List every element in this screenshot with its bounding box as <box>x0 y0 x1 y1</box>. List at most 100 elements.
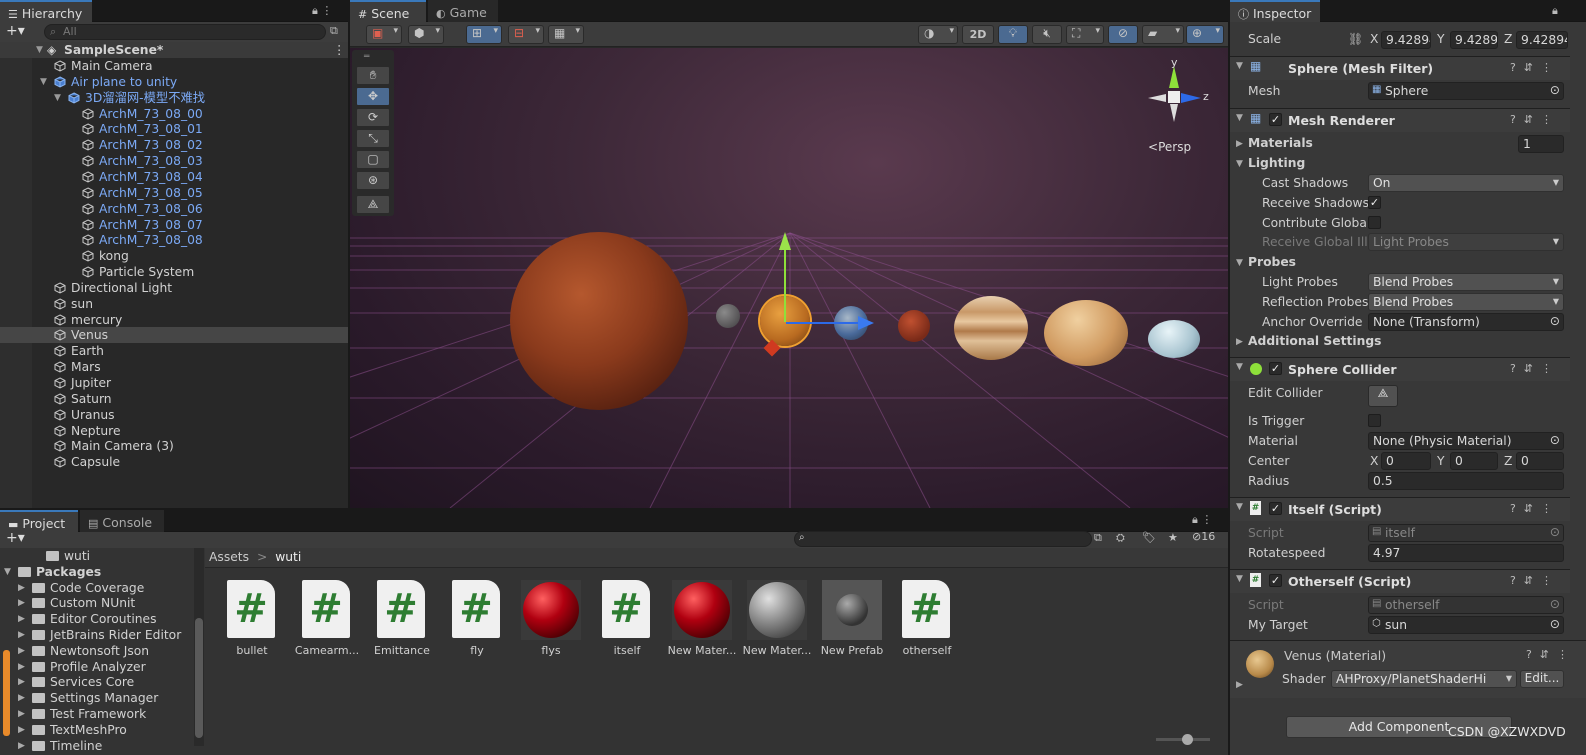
center-z-field[interactable]: 0 <box>1516 452 1564 470</box>
project-tree-item[interactable]: ▶ TextMeshPro <box>0 722 192 738</box>
contribute-gi-checkbox[interactable] <box>1368 216 1381 229</box>
expand-arrow-icon[interactable]: ▶ <box>18 580 25 596</box>
my-target-field[interactable]: ⬡ sun ⊙ <box>1368 616 1564 634</box>
2d-toggle-button[interactable]: 2D <box>962 25 994 44</box>
palette-grip[interactable]: ═ <box>364 52 369 62</box>
orientation-gizmo[interactable]: y z <box>1144 56 1209 128</box>
mars-small-planet[interactable] <box>898 310 930 342</box>
project-tree-item[interactable]: ▶ Services Core <box>0 674 192 690</box>
expand-arrow-icon[interactable]: ▼ <box>4 564 11 580</box>
expand-arrow-icon[interactable]: ▶ <box>18 690 25 706</box>
foldout-arrow-icon[interactable]: ▼ <box>1236 574 1243 584</box>
gizmo-x-cone[interactable] <box>1148 94 1166 102</box>
search-by-type-icon[interactable]: ⧉ <box>1094 531 1102 545</box>
scale-y-field[interactable]: 9.42894 <box>1450 31 1498 49</box>
expand-arrow-icon[interactable]: ▶ <box>18 674 25 690</box>
gizmos-button[interactable]: ⊕ ▾ <box>1186 25 1224 44</box>
projection-toggle[interactable]: <Persp <box>1148 140 1191 154</box>
lighting-toggle-button[interactable]: 💡︎ <box>998 25 1028 44</box>
custom-tool-button[interactable]: ⟁ <box>356 195 390 214</box>
foldout-arrow-icon[interactable]: ▼ <box>1236 159 1243 169</box>
component-icons[interactable]: ?⇵⋮ <box>1510 113 1560 126</box>
hierarchy-item[interactable]: Particle System <box>0 264 348 280</box>
move-gizmo-x-axis[interactable] <box>786 322 860 324</box>
hand-tool-button[interactable]: ✋︎ <box>356 66 390 85</box>
saturn-planet[interactable] <box>1044 300 1128 366</box>
additional-settings-label[interactable]: Additional Settings <box>1248 334 1381 348</box>
is-trigger-checkbox[interactable] <box>1368 414 1381 427</box>
foldout-arrow-icon[interactable]: ▼ <box>1236 258 1243 268</box>
favorites-star-icon[interactable]: ★ <box>1168 531 1178 544</box>
lock-icon[interactable]: 🔒︎ <box>1192 513 1198 526</box>
hierarchy-item[interactable]: ArchM_73_08_00 <box>0 106 348 122</box>
hierarchy-item[interactable]: ArchM_73_08_04 <box>0 169 348 185</box>
expand-arrow-icon[interactable]: ▶ <box>18 722 25 738</box>
project-tree-item[interactable]: ▶ JetBrains Rider Editor <box>0 627 192 643</box>
project-create-button[interactable]: +▾ <box>6 530 25 546</box>
hierarchy-item[interactable]: Saturn <box>0 391 348 407</box>
project-tree-item[interactable]: wuti <box>0 548 192 564</box>
project-tree-item[interactable]: ▶ Newtonsoft Json <box>0 643 192 659</box>
foldout-arrow-icon[interactable]: ▶ <box>1236 139 1243 149</box>
hierarchy-item[interactable]: ArchM_73_08_05 <box>0 185 348 201</box>
slider-thumb[interactable] <box>1182 734 1193 745</box>
transform-tool-button[interactable]: ⊛ <box>356 171 390 190</box>
tab-project[interactable]: ▬ Project <box>0 510 78 532</box>
anchor-override-field[interactable]: None (Transform) ⊙ <box>1368 313 1564 331</box>
mesh-renderer-enabled-checkbox[interactable]: ✓ <box>1269 113 1282 126</box>
itself-enabled-checkbox[interactable]: ✓ <box>1269 502 1282 515</box>
project-tree-scrollbar[interactable] <box>194 548 204 746</box>
otherself-enabled-checkbox[interactable]: ✓ <box>1269 574 1282 587</box>
link-icon[interactable]: ⛓ <box>1348 32 1363 46</box>
foldout-arrow-icon[interactable]: ▼ <box>1236 502 1243 512</box>
filter-by-label-icon[interactable]: 🏷︎ <box>1142 531 1156 544</box>
more-icon[interactable]: ⋮ <box>1201 513 1212 526</box>
scene-row[interactable]: ▼ ◈ SampleScene* ⋮ <box>0 42 348 58</box>
gizmo-center-cube[interactable] <box>1168 91 1180 103</box>
move-gizmo-x-handle[interactable] <box>858 316 874 330</box>
shading-button[interactable]: ⬢ ▾ <box>408 25 444 44</box>
expand-arrow-icon[interactable]: ▶ <box>18 659 25 675</box>
reflection-probes-dropdown[interactable]: Blend Probes <box>1368 293 1564 311</box>
expand-arrow-icon[interactable]: ▶ <box>18 627 25 643</box>
scale-x-field[interactable]: 9.42894 <box>1381 31 1431 49</box>
tab-scene[interactable]: # Scene <box>350 0 426 22</box>
foldout-arrow-icon[interactable]: ▼ <box>1236 113 1243 123</box>
move-tool-button[interactable]: ✥ <box>356 87 390 106</box>
rotatespeed-field[interactable]: 4.97 <box>1368 544 1564 562</box>
move-gizmo-y-handle[interactable] <box>779 232 791 250</box>
lighting-label[interactable]: Lighting <box>1248 156 1305 170</box>
component-icons[interactable]: ?⇵⋮ <box>1510 61 1560 74</box>
center-x-field[interactable]: 0 <box>1381 452 1431 470</box>
hierarchy-item[interactable]: ArchM_73_08_03 <box>0 153 348 169</box>
hierarchy-item[interactable]: ArchM_73_08_08 <box>0 232 348 248</box>
hidden-objects-button[interactable]: ⊘ <box>1108 25 1138 44</box>
scrollbar-thumb[interactable] <box>195 618 203 738</box>
edit-collider-button[interactable]: ⟁ <box>1368 385 1398 407</box>
shader-dropdown[interactable]: AHProxy/PlanetShaderHi <box>1331 670 1517 688</box>
grid-visibility-button[interactable]: ▦ ▾ <box>548 25 584 44</box>
hierarchy-item[interactable]: Capsule <box>0 454 348 470</box>
object-picker-icon[interactable]: ⊙ <box>1550 314 1560 328</box>
search-options-icon[interactable]: ⧉ <box>330 24 338 38</box>
expand-arrow-icon[interactable]: ▶ <box>18 643 25 659</box>
camera-settings-button[interactable]: ▰ ▾ <box>1142 25 1184 44</box>
scene-viewport[interactable]: y z <Persp <box>350 48 1228 508</box>
hierarchy-item[interactable]: Main Camera <box>0 58 348 74</box>
component-icons[interactable]: ?⇵⋮ <box>1510 362 1560 375</box>
shader-edit-button[interactable]: Edit... <box>1520 670 1564 688</box>
tab-game[interactable]: ◐ Game <box>428 0 498 22</box>
expand-arrow-icon[interactable]: ▼ <box>40 74 47 90</box>
hierarchy-item[interactable]: ▼ Air plane to unity <box>0 74 348 90</box>
expand-arrow-icon[interactable]: ▼ <box>54 90 61 106</box>
expand-arrow-icon[interactable]: ▶ <box>18 595 25 611</box>
hierarchy-item[interactable]: ArchM_73_08_01 <box>0 121 348 137</box>
materials-label[interactable]: Materials <box>1248 136 1313 150</box>
scene-menu-icon[interactable]: ⋮ <box>333 42 345 58</box>
project-tree-item[interactable]: ▼ Packages <box>0 564 192 580</box>
create-button[interactable]: +▾ <box>6 23 25 39</box>
hierarchy-item[interactable]: mercury <box>0 312 348 328</box>
tab-console[interactable]: ▤ Console <box>80 510 164 532</box>
hierarchy-item[interactable]: ArchM_73_08_06 <box>0 201 348 217</box>
center-y-field[interactable]: 0 <box>1450 452 1498 470</box>
